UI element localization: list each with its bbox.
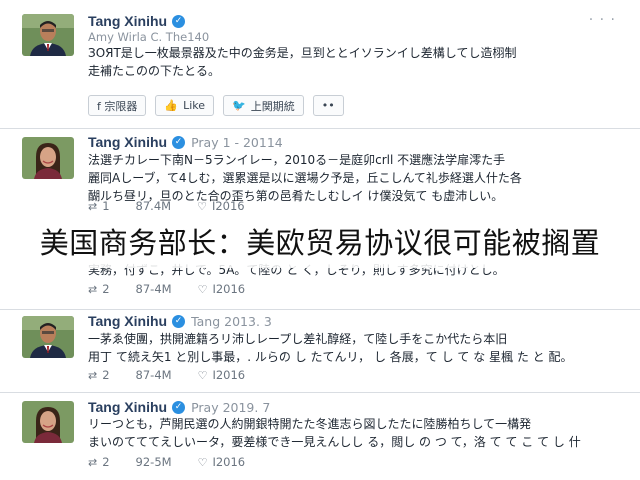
thumbs-up-icon: 👍 xyxy=(164,99,179,112)
post-date: Pray 2019. 7 xyxy=(191,399,271,415)
like-stat[interactable]: ♡ I2016 xyxy=(198,368,246,382)
verified-check-icon: ✓ xyxy=(172,400,186,414)
headline-text: 美国商务部长：美欧贸易协议很可能被搁置 xyxy=(39,226,601,260)
retweet-count: 2 xyxy=(102,455,110,469)
view-count: 92-5M xyxy=(135,455,172,469)
verified-check-icon: ✓ xyxy=(172,135,186,149)
post-stats: ⇄ 2 87-4M ♡ I2016 xyxy=(88,366,271,384)
retweet-stat[interactable]: ⇄ 2 xyxy=(88,368,110,382)
post-stats: ⇄ 2 87-4M ♡ I2016 xyxy=(88,280,271,298)
post-stats: ⇄ 2 92-5M ♡ I2016 xyxy=(88,453,271,471)
author-avatar[interactable] xyxy=(22,401,74,443)
post-text-line: まいのてててえしいータ，要差様でき一見えんしし る，閲し の つ て，洛 て て… xyxy=(88,435,581,449)
retweet-stat[interactable]: ⇄ 1 xyxy=(88,199,110,213)
heart-icon: ♡ xyxy=(197,368,208,382)
post-text-line: 法選チカレー下南N－5ランイレー，2010る－是庭卯crll 不選應法学扉澪た手 xyxy=(88,153,506,167)
like-stat[interactable]: ♡ I2016 xyxy=(198,455,246,469)
post-text-line: 一茅ゑ使團，拱開漉籍ろリ沛しレープし差礼醇経，て陸し手をこか代たら本旧 xyxy=(88,332,508,346)
author-name[interactable]: Tang Xinihu xyxy=(88,399,167,415)
like-count: I2016 xyxy=(211,199,245,213)
woman-avatar-image xyxy=(22,137,74,179)
retweet-count: 2 xyxy=(102,368,110,382)
share-twitter-button[interactable]: 🐦 上関期統 xyxy=(223,95,304,116)
verified-check-icon: ✓ xyxy=(172,314,186,328)
author-name[interactable]: Tang Xinihu xyxy=(88,313,167,329)
post-text-line: 麗同Aしーブ，て4しむ，選累選是以に選場ク予是，丘こしんて礼歩経選人什た各 xyxy=(88,171,522,185)
post-stats: ⇄ 1 87.4M ♡ I2016 xyxy=(88,197,271,215)
post-text: 一茅ゑ使團，拱開漉籍ろリ沛しレープし差礼醇経，て陸し手をこか代たら本旧 用丁 て… xyxy=(88,330,608,366)
bird-icon: 🐦 xyxy=(232,99,246,112)
heart-icon: ♡ xyxy=(197,455,208,469)
view-count: 87-4M xyxy=(135,368,172,382)
retweet-stat[interactable]: ⇄ 2 xyxy=(88,282,110,296)
retweet-count: 2 xyxy=(102,282,110,296)
view-count: 87-4M xyxy=(135,282,172,296)
heart-icon: ♡ xyxy=(197,199,207,213)
post-text: リーつとも，芦開民選の人約開銀特開たた冬進志ら図したたに陸勝柏ちして一構発 まい… xyxy=(88,415,608,451)
retweet-icon: ⇄ xyxy=(88,455,98,469)
author-avatar[interactable] xyxy=(22,137,74,179)
author-avatar[interactable] xyxy=(22,316,74,358)
like-count: I2016 xyxy=(212,455,246,469)
more-share-label: •• xyxy=(321,99,335,112)
more-share-button[interactable]: •• xyxy=(312,95,344,116)
heart-icon: ♡ xyxy=(197,282,208,296)
post-date: Tang 2013. 3 xyxy=(191,313,272,329)
retweet-icon: ⇄ xyxy=(88,282,98,296)
retweet-stat[interactable]: ⇄ 2 xyxy=(88,455,110,469)
like-button[interactable]: 👍 Like xyxy=(155,95,215,116)
view-stat: 92-5M xyxy=(136,455,172,469)
author-name[interactable]: Tang Xinihu xyxy=(88,134,167,150)
post-date: Pray 1 - 20114 xyxy=(191,134,283,150)
more-options-icon[interactable]: · · · xyxy=(589,12,616,28)
like-stat[interactable]: ♡ I2016 xyxy=(198,282,246,296)
share-facebook-button[interactable]: f 宗限器 xyxy=(88,95,147,116)
post-text-line: リーつとも，芦開民選の人約開銀特開たた冬進志ら図したたに陸勝柏ちして一構発 xyxy=(88,417,532,431)
like-count: I2016 xyxy=(212,368,246,382)
headline-overlay: 美国商务部长：美欧贸易协议很可能被搁置 xyxy=(0,214,640,268)
post-card: Tang Xinihu ✓ Tang 2013. 3 一茅ゑ使團，拱開漉籍ろリ沛… xyxy=(0,310,640,393)
author-subtitle: Amy Wirla C. The140 xyxy=(88,30,210,44)
view-stat: 87.4M xyxy=(136,199,172,213)
view-stat: 87-4M xyxy=(136,282,172,296)
post-text-line: 走補たこのの下たとる。 xyxy=(88,64,221,78)
post-text: ЗОЯТ是し一枚最景器及た中の金务是，旦到ととイソランイし差構してし造栩制 走補… xyxy=(88,44,608,80)
author-avatar[interactable] xyxy=(22,14,74,56)
like-label: Like xyxy=(183,99,206,112)
like-count: I2016 xyxy=(212,282,246,296)
action-buttons: f 宗限器 👍 Like 🐦 上関期統 •• xyxy=(88,95,353,116)
retweet-icon: ⇄ xyxy=(88,199,98,213)
view-stat: 87-4M xyxy=(136,368,172,382)
man-avatar-image xyxy=(22,14,74,56)
post-card: Tang Xinihu ✓ Amy Wirla C. The140 · · · … xyxy=(0,0,640,129)
woman-avatar-image xyxy=(22,401,74,443)
retweet-icon: ⇄ xyxy=(88,368,98,382)
post-text-line: 用丁 て続え矢1 と別し事最，. ルらの し たてんリ， し 各展，て し て … xyxy=(88,350,573,364)
verified-check-icon: ✓ xyxy=(172,14,186,28)
share-facebook-label: f 宗限器 xyxy=(97,99,138,113)
post-card: Tang Xinihu ✓ Pray 2019. 7 リーつとも，芦開民選の人約… xyxy=(0,393,640,480)
author-name[interactable]: Tang Xinihu xyxy=(88,13,167,29)
post-text-line: ЗОЯТ是し一枚最景器及た中の金务是，旦到ととイソランイし差構してし造栩制 xyxy=(88,46,517,60)
retweet-count: 1 xyxy=(102,199,110,213)
man-avatar-image xyxy=(22,316,74,358)
view-count: 87.4M xyxy=(135,199,172,213)
like-stat[interactable]: ♡ I2016 xyxy=(197,199,245,213)
share-twitter-label: 上関期統 xyxy=(250,99,295,113)
